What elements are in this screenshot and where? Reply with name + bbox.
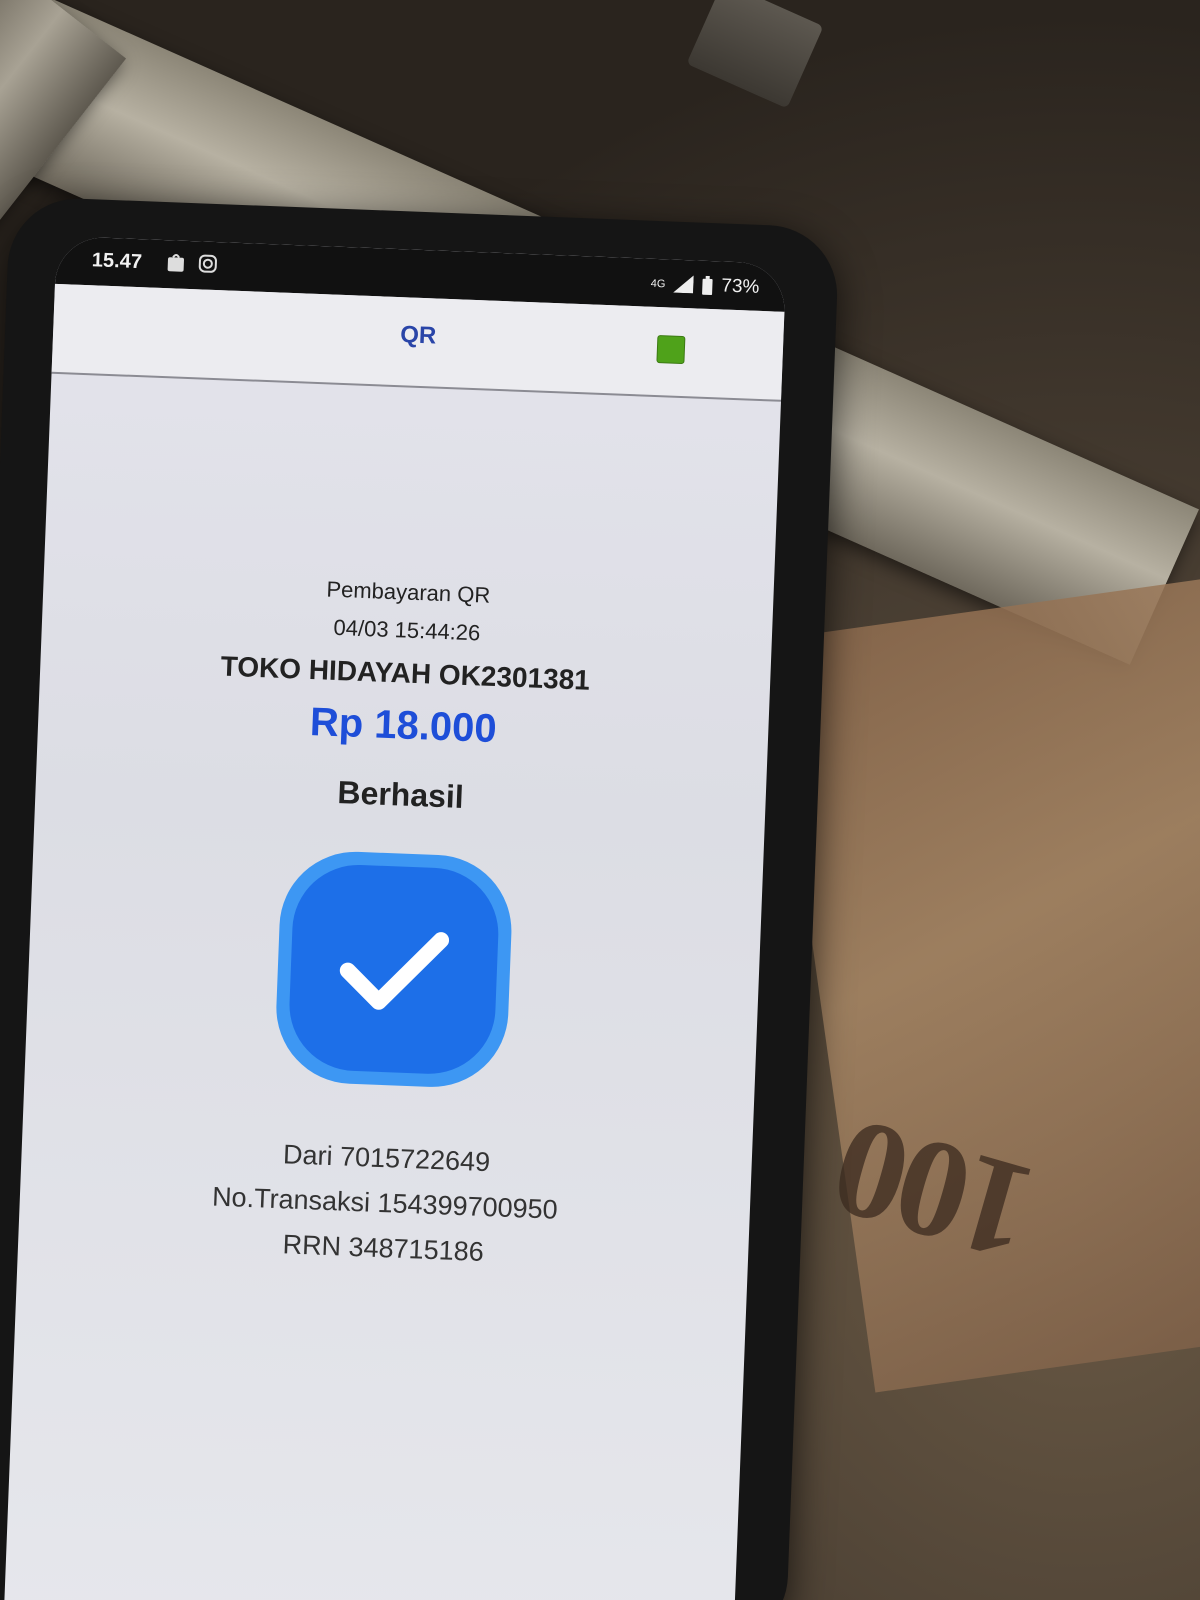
receipt-content: Pembayaran QR 04/03 15:44:26 TOKO HIDAYA… [17,566,773,1293]
status-time: 15.47 [91,249,143,274]
shopee-icon [166,252,187,273]
status-indicator-icon[interactable] [656,335,686,365]
payment-amount: Rp 18.000 [309,699,498,752]
battery-percentage: 73% [720,275,760,298]
success-check-inner [287,862,501,1077]
success-check-icon [273,848,515,1090]
phone-screen: 15.47 4G 73% QR Pembayaran QR 04/03 15:4… [3,235,787,1600]
instagram-icon [197,253,218,274]
network-type: 4G [650,277,666,291]
transaction-details: Dari 7015722649 No.Transaksi 15439970095… [18,1129,752,1278]
status-notification-icons [166,252,219,274]
phone-device: 15.47 4G 73% QR Pembayaran QR 04/03 15:4… [0,196,840,1600]
signal-icon [673,275,694,296]
checkmark-icon [339,932,450,1010]
status-system-icons: 4G 73% [650,273,760,299]
payment-status: Berhasil [336,774,465,815]
battery-icon [701,275,714,296]
